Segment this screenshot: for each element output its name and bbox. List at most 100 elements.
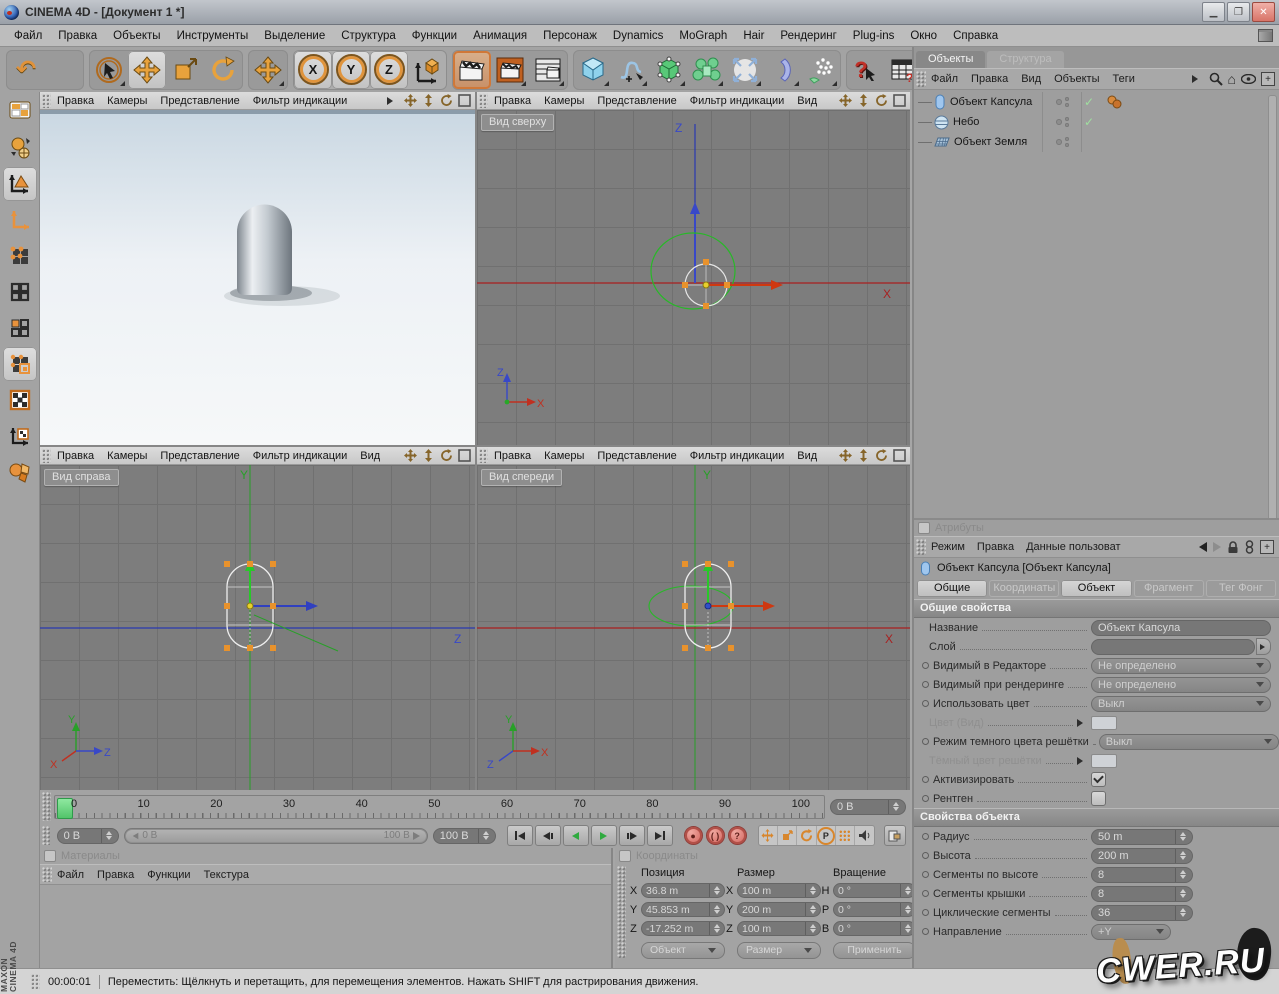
autokey-button[interactable]: ( ) — [706, 826, 725, 845]
menu-item-hair[interactable]: Hair — [735, 30, 772, 42]
texture-mode-button[interactable] — [3, 383, 37, 417]
position-x-field[interactable]: 36.8 m — [641, 883, 725, 898]
front-view-canvas[interactable]: Y X Y — [477, 465, 910, 790]
rotation-h-field[interactable]: 0 ° — [833, 883, 916, 898]
rotate-tool-button[interactable] — [204, 51, 242, 89]
wire-color-swatch[interactable] — [1091, 754, 1117, 768]
zoom-view-icon[interactable] — [857, 449, 870, 462]
tab-structure[interactable]: Структура — [987, 51, 1063, 68]
vp-menu-display[interactable]: Представление — [597, 450, 676, 462]
attr-grip[interactable] — [916, 539, 926, 555]
model-mode-button[interactable] — [3, 167, 37, 201]
om-menu-tags[interactable]: Теги — [1113, 73, 1135, 85]
tab-objects[interactable]: Объекты — [916, 51, 985, 68]
scale-tool-button[interactable] — [166, 51, 204, 89]
layer-field[interactable] — [1091, 639, 1255, 655]
om-scrollbar[interactable] — [1268, 95, 1277, 557]
height-segments-field[interactable]: 8 — [1091, 867, 1193, 883]
vp-menu-display[interactable]: Представление — [160, 450, 239, 462]
sound-button[interactable] — [855, 826, 873, 845]
link-icon[interactable] — [1245, 540, 1254, 554]
menu-item-character[interactable]: Персонаж — [535, 30, 605, 42]
zoom-view-icon[interactable] — [422, 94, 435, 107]
vp-menu-filter[interactable]: Фильтр индикации — [690, 95, 785, 107]
viewport-top[interactable]: Правка Камеры Представление Фильтр индик… — [477, 92, 910, 445]
phong-tag-icon[interactable] — [1106, 95, 1122, 112]
attr-menu-userdata[interactable]: Данные пользоват — [1026, 541, 1120, 553]
tab-slice[interactable]: Фрагмент — [1134, 580, 1204, 597]
timeline-panel-button[interactable] — [884, 825, 906, 846]
cap-segments-field[interactable]: 8 — [1091, 886, 1193, 902]
maximize-view-icon[interactable] — [458, 449, 471, 462]
undo-button[interactable]: ↶ — [7, 51, 45, 89]
vp-menu-cameras[interactable]: Камеры — [107, 95, 147, 107]
maximize-view-icon[interactable] — [458, 94, 471, 107]
polygons-mode-button[interactable] — [3, 311, 37, 345]
play-button[interactable] — [591, 825, 617, 846]
mat-menu-file[interactable]: Файл — [57, 869, 84, 881]
xray-checkbox[interactable] — [1091, 791, 1106, 806]
start-frame-field[interactable]: 0 B — [57, 828, 120, 844]
add-primitive-button[interactable] — [574, 51, 612, 89]
maximize-view-icon[interactable] — [893, 94, 906, 107]
prev-key-button[interactable] — [535, 825, 561, 846]
expand-icon[interactable] — [1077, 757, 1087, 765]
vp-menu-edit[interactable]: Правка — [57, 95, 94, 107]
mode-dropdown[interactable]: Объект — [641, 942, 725, 959]
object-row-floor[interactable]: Объект Земля — [914, 132, 1279, 152]
controls-grip[interactable] — [42, 826, 50, 845]
key-pla-button[interactable] — [836, 826, 855, 845]
materials-grip[interactable] — [42, 867, 52, 882]
tab-object[interactable]: Объект — [1061, 580, 1131, 597]
editor-visibility-dot[interactable] — [1065, 137, 1069, 141]
pan-view-icon[interactable] — [404, 449, 417, 462]
viewport-front[interactable]: Правка Камеры Представление Фильтр индик… — [477, 447, 910, 790]
close-button[interactable]: ✕ — [1252, 2, 1275, 22]
timeline-grip[interactable] — [42, 792, 51, 821]
mat-menu-texture[interactable]: Текстура — [204, 869, 249, 881]
next-key-button[interactable] — [619, 825, 645, 846]
rotate-view-icon[interactable] — [875, 94, 888, 107]
activation-dot[interactable] — [1056, 99, 1062, 105]
menu-item-animation[interactable]: Анимация — [465, 30, 535, 42]
rotation-segments-field[interactable]: 36 — [1091, 905, 1193, 921]
layer-browse-button[interactable] — [1256, 638, 1271, 655]
render-settings-button[interactable] — [529, 51, 567, 89]
maximize-view-icon[interactable] — [893, 449, 906, 462]
activation-dot[interactable] — [1056, 119, 1062, 125]
key-parameter-button[interactable]: P — [817, 826, 836, 845]
add-particles-button[interactable] — [802, 51, 840, 89]
zoom-view-icon[interactable] — [422, 449, 435, 462]
panel-checkbox[interactable] — [918, 522, 930, 534]
right-view-canvas[interactable]: Y Z Y — [40, 465, 475, 790]
attr-menu-mode[interactable]: Режим — [931, 541, 965, 553]
menu-overflow-icon[interactable] — [387, 97, 397, 105]
om-menu-objects[interactable]: Объекты — [1054, 73, 1099, 85]
orientation-dropdown[interactable]: +Y — [1091, 924, 1171, 940]
vp-menu-view[interactable]: Вид — [797, 95, 817, 107]
activation-dot[interactable] — [1056, 139, 1062, 145]
size-dropdown[interactable]: Размер — [737, 942, 821, 959]
tab-basic[interactable]: Общие — [917, 580, 987, 597]
play-backward-button[interactable] — [563, 825, 589, 846]
position-y-field[interactable]: 45.853 m — [641, 902, 725, 917]
snap-settings-button[interactable] — [3, 455, 37, 489]
render-visibility-dropdown[interactable]: Не определено — [1091, 677, 1271, 693]
wire-color-mode-dropdown[interactable]: Выкл — [1099, 734, 1279, 750]
menu-item-objects[interactable]: Объекты — [105, 30, 168, 42]
om-menu-file[interactable]: Файл — [931, 73, 958, 85]
editor-visibility-dot[interactable] — [1065, 97, 1069, 101]
mat-menu-functions[interactable]: Функции — [147, 869, 190, 881]
home-icon[interactable]: ⌂ — [1228, 71, 1236, 87]
convert-object-button[interactable] — [3, 95, 37, 129]
tab-coordinates[interactable]: Координаты — [989, 580, 1059, 597]
help-button[interactable]: ? — [847, 51, 885, 89]
points-mode-button[interactable] — [3, 239, 37, 273]
pan-view-icon[interactable] — [839, 94, 852, 107]
menu-item-render[interactable]: Рендеринг — [772, 30, 844, 42]
add-nurbs-button[interactable] — [650, 51, 688, 89]
top-view-canvas[interactable]: Z X Z X Вид сверху — [477, 110, 910, 445]
object-row-sky[interactable]: Небо ✓ — [914, 112, 1279, 132]
render-region-button[interactable] — [491, 51, 529, 89]
vp-menu-display[interactable]: Представление — [160, 95, 239, 107]
